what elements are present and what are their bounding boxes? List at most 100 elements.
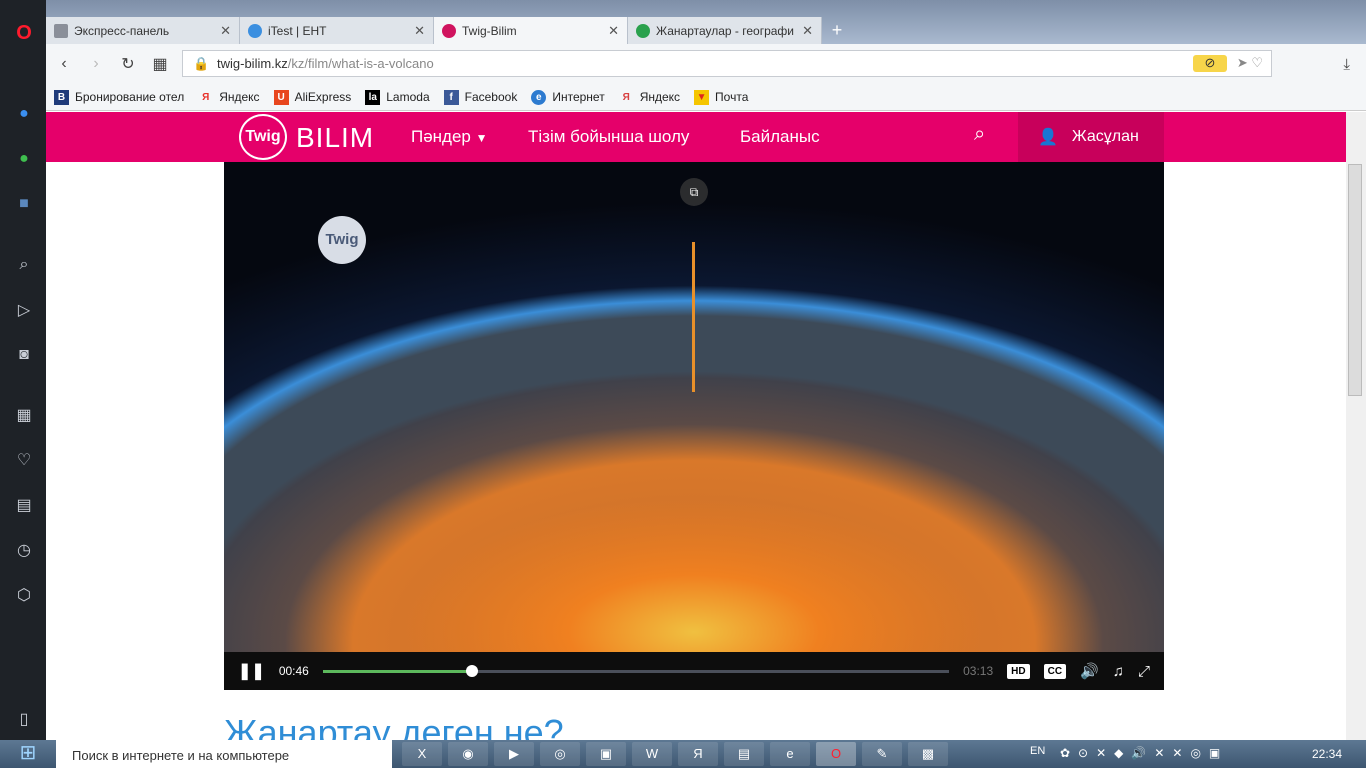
- video-watermark: Twig: [318, 216, 366, 264]
- video-controls: ❚❚ 00:46 03:13 HD CC 🔊 ♫ ⤢: [224, 652, 1164, 690]
- tab-strip: Экспресс-панель ✕ iTest | ЕНТ ✕ Twig-Bilim…: [46, 17, 852, 44]
- bookmarks-bar: B Бронирование отел Я Яндекс U AliExpress l…: [46, 84, 1366, 111]
- facebook-icon: f: [443, 89, 459, 105]
- app-icon[interactable]: ◎: [540, 742, 580, 766]
- reload-button[interactable]: ↻: [112, 54, 144, 74]
- file-explorer-icon[interactable]: ▤: [724, 742, 764, 766]
- tab-itest[interactable]: iTest | ЕНТ ✕: [240, 17, 434, 44]
- speed-dial-icon[interactable]: ▦: [13, 405, 35, 427]
- speed-dial-button[interactable]: ▦: [144, 54, 176, 74]
- caret-down-icon: ▼: [475, 131, 488, 145]
- cc-button[interactable]: CC: [1043, 663, 1067, 679]
- vk-icon[interactable]: ■: [13, 193, 35, 215]
- adblock-icon[interactable]: ⊘: [1193, 55, 1227, 72]
- lamoda-icon: la: [365, 89, 381, 105]
- fullscreen-icon[interactable]: ⤢: [1138, 663, 1150, 680]
- site-header: Twig BILIM Пәндер ▼ Тізім бойынша шолу Б…: [46, 112, 1346, 162]
- close-tab-icon[interactable]: ✕: [220, 23, 231, 39]
- tab-twig-bilim[interactable]: Twig-Bilim ✕: [434, 17, 628, 44]
- window-icon[interactable]: ▣: [586, 742, 626, 766]
- extensions-icon[interactable]: ⬡: [13, 585, 35, 607]
- opera-icon[interactable]: O: [816, 742, 856, 766]
- opera-menu-icon[interactable]: O: [13, 22, 35, 44]
- address-bar-row: ‹ › ↻ ▦ 🔒 twig-bilim.kz/kz/film/what-is-…: [46, 44, 1366, 84]
- bookmark-heart-icon[interactable]: ➤ ♡: [1237, 55, 1263, 71]
- video-frame[interactable]: Twig ⧉: [224, 162, 1164, 652]
- web-page: Twig BILIM Пәндер ▼ Тізім бойынша шолу Б…: [46, 112, 1346, 740]
- url-input[interactable]: 🔒 twig-bilim.kz/kz/film/what-is-a-volcan…: [182, 50, 1272, 77]
- seek-handle[interactable]: [465, 664, 478, 677]
- bookmark-item[interactable]: e Интернет: [531, 89, 605, 105]
- language-indicator[interactable]: EN: [1030, 745, 1045, 757]
- bookmark-item[interactable]: la Lamoda: [365, 89, 430, 105]
- booking-icon: B: [54, 89, 69, 105]
- download-icon[interactable]: ⤓: [1343, 56, 1350, 73]
- opera-sidebar: O ● ● ■ ⌕ ▷ ◙ ▦ ♡ ▤ ◷ ⬡ ▯: [0, 0, 46, 740]
- menu-subjects[interactable]: Пәндер ▼: [411, 127, 488, 147]
- duration: 03:13: [963, 664, 994, 678]
- brand-name[interactable]: BILIM: [296, 122, 374, 154]
- scrollbar-thumb[interactable]: [1348, 164, 1362, 396]
- pause-button[interactable]: ❚❚: [238, 661, 265, 681]
- sidebar-toggle-icon[interactable]: ▯: [13, 709, 35, 731]
- volume-icon[interactable]: 🔊: [1080, 662, 1099, 680]
- send-icon[interactable]: ▷: [13, 300, 35, 322]
- twig-logo[interactable]: Twig: [239, 114, 287, 160]
- magma-crack: [692, 242, 695, 392]
- new-tab-button[interactable]: +: [822, 17, 852, 44]
- pdf-icon[interactable]: ▩: [908, 742, 948, 766]
- camera-icon[interactable]: ◙: [13, 344, 35, 366]
- close-tab-icon[interactable]: ✕: [414, 23, 425, 39]
- bookmark-item[interactable]: Я Яндекс: [619, 90, 680, 105]
- tool-icon[interactable]: ✎: [862, 742, 902, 766]
- messenger-icon[interactable]: ●: [13, 103, 35, 125]
- media-player-icon[interactable]: ▶: [494, 742, 534, 766]
- twig-icon: [442, 23, 456, 38]
- seek-progress: [322, 669, 472, 673]
- bookmark-item[interactable]: ▼ Почта: [694, 89, 748, 105]
- back-button[interactable]: ‹: [48, 55, 80, 73]
- close-tab-icon[interactable]: ✕: [608, 23, 619, 39]
- search-icon[interactable]: ⌕: [13, 254, 35, 276]
- heart-icon[interactable]: ♡: [13, 450, 35, 472]
- page-scrollbar[interactable]: [1346, 112, 1366, 740]
- menu-browse-list[interactable]: Тізім бойынша шолу: [528, 127, 689, 147]
- clock[interactable]: 22:34: [1312, 747, 1342, 761]
- whatsapp-icon[interactable]: ●: [13, 148, 35, 170]
- audio-description-icon[interactable]: ♫: [1113, 663, 1124, 680]
- ie-icon[interactable]: e: [770, 742, 810, 766]
- history-icon[interactable]: ◷: [13, 540, 35, 562]
- tray-icons[interactable]: ✿⊙✕◆🔊✕✕◎▣: [1060, 746, 1228, 760]
- itest-icon: [248, 23, 262, 38]
- yandex-browser-icon[interactable]: Я: [678, 742, 718, 766]
- tab-express-panel[interactable]: Экспресс-панель ✕: [46, 17, 240, 44]
- close-tab-icon[interactable]: ✕: [802, 23, 813, 39]
- bookmark-item[interactable]: U AliExpress: [273, 89, 351, 105]
- hd-button[interactable]: HD: [1007, 663, 1030, 679]
- news-icon[interactable]: ▤: [13, 495, 35, 517]
- search-icon[interactable]: ⌕: [974, 123, 985, 146]
- windows-taskbar: ⊞ Поиск в интернете и на компьютере X ◉ …: [0, 740, 1366, 768]
- tab-volcanoes[interactable]: Жанартаулар - географи ✕: [628, 17, 822, 44]
- menu-contact[interactable]: Байланыс: [740, 127, 820, 147]
- bookmark-item[interactable]: Я Яндекс: [198, 90, 259, 105]
- chrome-icon[interactable]: ◉: [448, 742, 488, 766]
- popout-icon[interactable]: ⧉: [680, 178, 708, 206]
- seek-bar[interactable]: [322, 664, 950, 677]
- taskbar-search-input[interactable]: Поиск в интернете и на компьютере: [56, 740, 392, 768]
- aliexpress-icon: U: [273, 89, 289, 105]
- bookmark-item[interactable]: f Facebook: [443, 89, 517, 105]
- user-menu[interactable]: 👤 Жасұлан: [1018, 112, 1164, 162]
- bookmark-item[interactable]: B Бронирование отел: [54, 89, 184, 105]
- globe-icon: e: [531, 89, 547, 105]
- forward-button[interactable]: ›: [80, 55, 112, 73]
- user-icon: 👤: [1038, 129, 1058, 146]
- site-icon: [636, 23, 650, 38]
- word-icon[interactable]: W: [632, 742, 672, 766]
- start-button[interactable]: ⊞: [8, 740, 48, 768]
- lock-icon: 🔒: [193, 56, 210, 71]
- page-title: Жанартау деген не?: [224, 712, 564, 740]
- yandex-icon: Я: [622, 91, 630, 103]
- yandex-icon: Я: [202, 91, 210, 103]
- excel-icon[interactable]: X: [402, 742, 442, 766]
